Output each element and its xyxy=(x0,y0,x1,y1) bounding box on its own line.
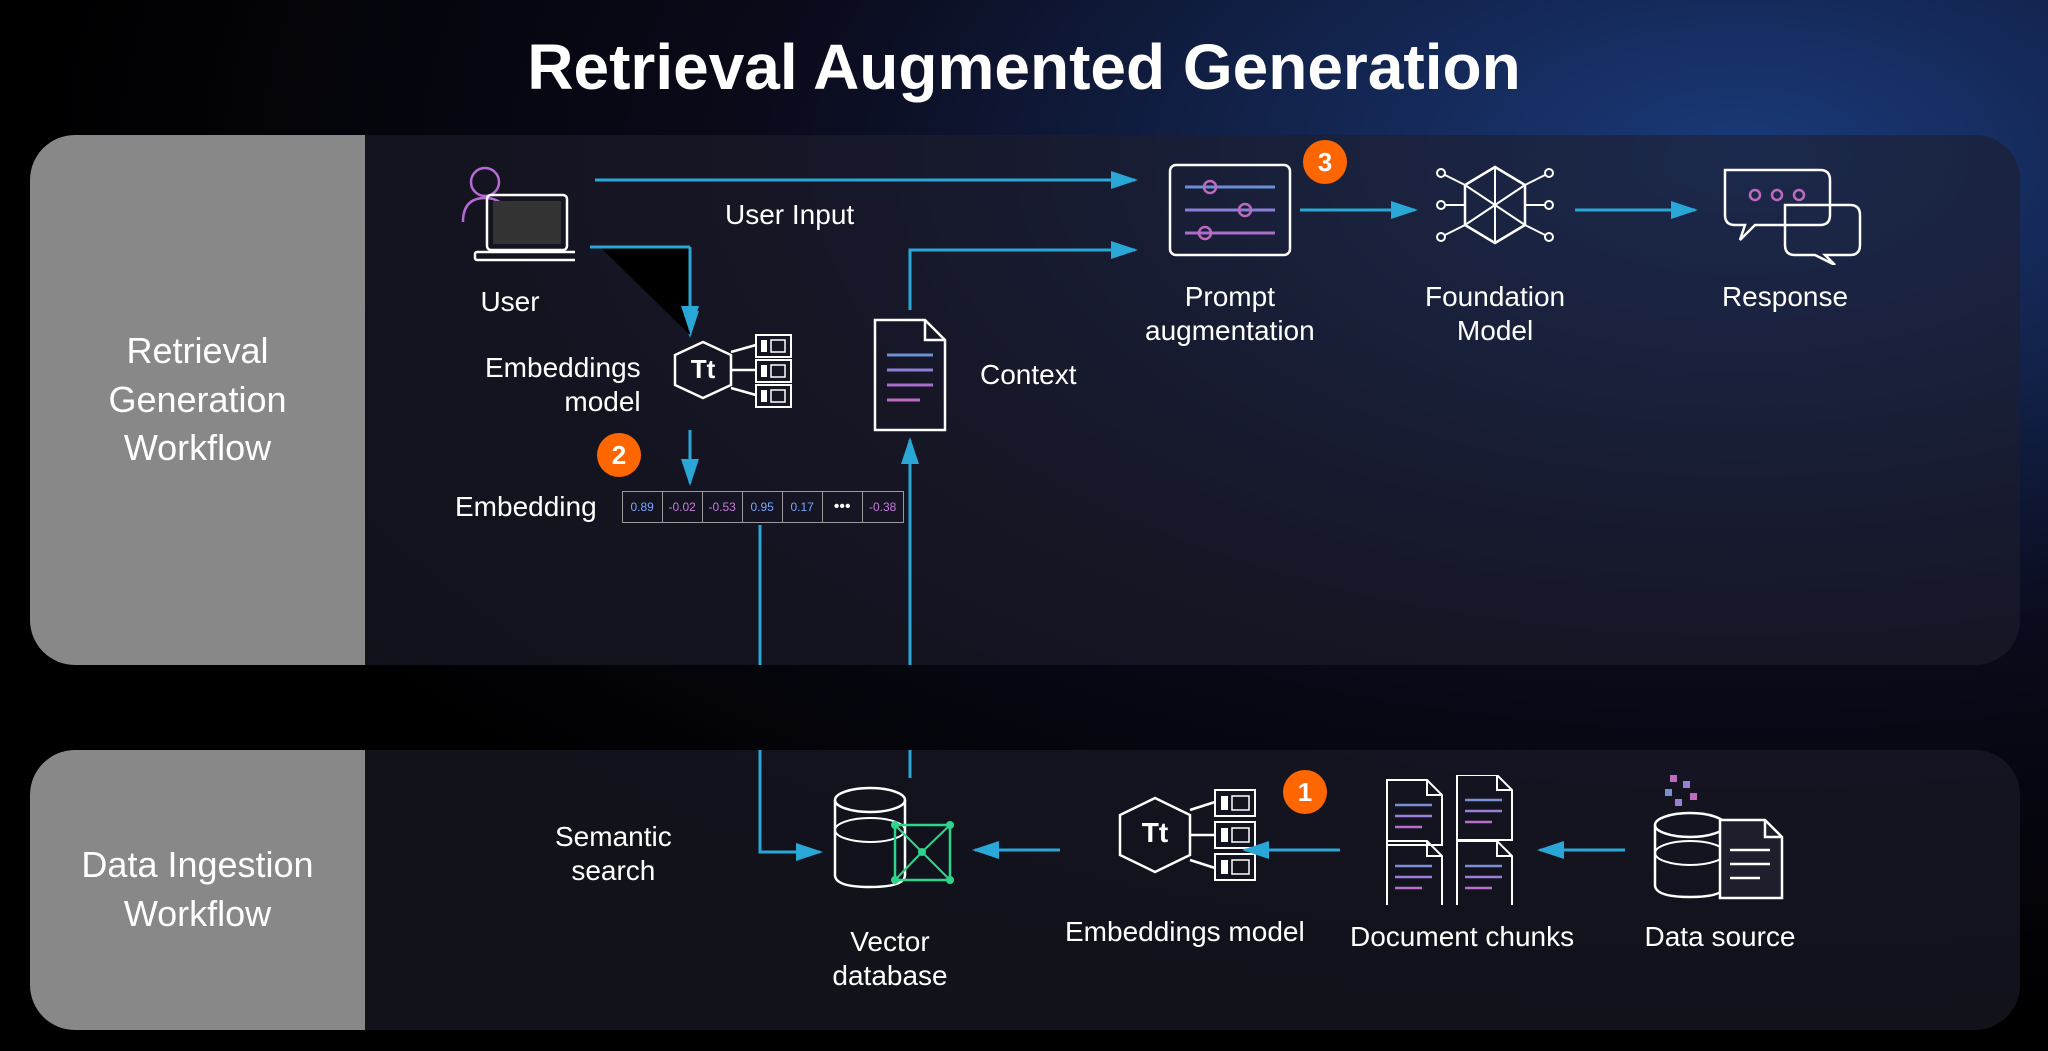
user-node: User xyxy=(445,160,575,319)
embedding-cell-dots: ••• xyxy=(823,492,863,522)
retrieval-label-line1: Retrieval xyxy=(126,327,268,376)
user-icon xyxy=(445,160,575,270)
prompt-aug-label-l2: augmentation xyxy=(1145,314,1315,348)
doc-chunks-label: Document chunks xyxy=(1350,920,1574,954)
context-label: Context xyxy=(980,358,1077,392)
vector-database-node: Vector database xyxy=(825,780,955,992)
embedding-cell: -0.38 xyxy=(863,492,903,522)
embedding-cell: 0.17 xyxy=(783,492,823,522)
step-3-badge: 3 xyxy=(1303,140,1347,184)
semantic-search-label-node: Semantic search xyxy=(555,820,672,887)
vector-db-l1: Vector xyxy=(825,925,955,959)
embeddings-model-node: Embeddings model Tt xyxy=(485,330,811,440)
retrieval-panel-label: Retrieval Generation Workflow xyxy=(30,135,365,665)
diagram-title: Retrieval Augmented Generation xyxy=(527,30,1520,104)
svg-text:Tt: Tt xyxy=(690,354,715,384)
embedding-label: Embedding xyxy=(455,490,597,524)
user-input-label: User Input xyxy=(725,199,854,231)
ingestion-label-line2: Workflow xyxy=(124,890,271,939)
foundation-label-l1: Foundation xyxy=(1425,280,1565,314)
embedding-cell: 0.95 xyxy=(743,492,783,522)
embeddings-model2-label: Embeddings model xyxy=(1065,915,1305,949)
embedding-node: Embedding 0.89 -0.02 -0.53 0.95 0.17 •••… xyxy=(455,490,904,524)
embeddings-model-icon: Tt xyxy=(661,330,811,440)
foundation-label-l2: Model xyxy=(1425,314,1565,348)
embeddings-model-label: Embeddings model xyxy=(485,351,641,418)
embedding-cells: 0.89 -0.02 -0.53 0.95 0.17 ••• -0.38 xyxy=(622,491,904,523)
document-chunks-node: Document chunks xyxy=(1350,775,1574,954)
embeddings-model-icon: Tt xyxy=(1105,780,1265,900)
foundation-model-node: Foundation Model xyxy=(1425,155,1565,347)
embedding-cell: -0.53 xyxy=(703,492,743,522)
prompt-augmentation-node: Prompt augmentation xyxy=(1145,155,1315,347)
data-source-icon xyxy=(1635,775,1805,905)
response-label: Response xyxy=(1705,280,1865,314)
ingestion-panel-body: Semantic search Vector database xyxy=(365,750,2020,1030)
retrieval-workflow-panel: Retrieval Generation Workflow User User … xyxy=(30,135,2020,665)
response-node: Response xyxy=(1705,155,1865,314)
retrieval-panel-body: User User Input Embeddings model Tt xyxy=(365,135,2020,665)
foundation-model-icon xyxy=(1425,155,1565,265)
embedding-cell: 0.89 xyxy=(623,492,663,522)
data-source-node: Data source xyxy=(1635,775,1805,954)
step-2-badge: 2 xyxy=(597,433,641,477)
ingestion-workflow-panel: Data Ingestion Workflow Semantic search xyxy=(30,750,2020,1030)
data-source-label: Data source xyxy=(1635,920,1805,954)
chat-bubble-icon xyxy=(1705,155,1865,265)
embeddings-model-ingestion-node: Tt Embeddings model xyxy=(1065,780,1305,949)
prompt-sliders-icon xyxy=(1160,155,1300,265)
document-icon xyxy=(865,315,955,435)
user-label: User xyxy=(445,285,575,319)
svg-text:Tt: Tt xyxy=(1142,817,1168,848)
retrieval-label-line3: Workflow xyxy=(124,424,271,473)
embedding-cell: -0.02 xyxy=(663,492,703,522)
prompt-aug-label-l1: Prompt xyxy=(1145,280,1315,314)
semantic-search-l1: Semantic xyxy=(555,820,672,854)
vector-database-icon xyxy=(825,780,955,910)
vector-db-l2: database xyxy=(825,959,955,993)
context-node: Context xyxy=(865,315,1077,435)
step-1-badge: 1 xyxy=(1283,770,1327,814)
ingestion-panel-label: Data Ingestion Workflow xyxy=(30,750,365,1030)
document-chunks-icon xyxy=(1377,775,1547,905)
semantic-search-l2: search xyxy=(555,854,672,888)
ingestion-label-line1: Data Ingestion xyxy=(81,841,313,890)
retrieval-label-line2: Generation xyxy=(108,376,286,425)
